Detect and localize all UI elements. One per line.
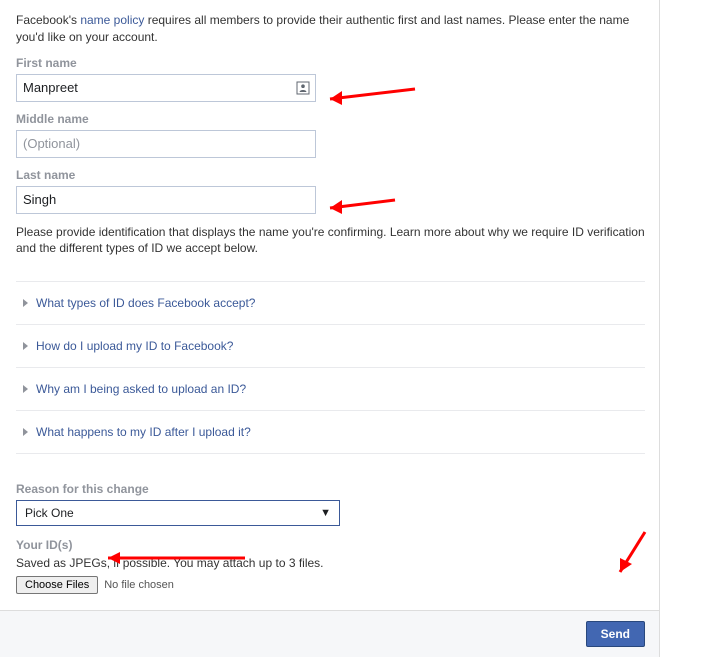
ids-hint: Saved as JPEGs, if possible. You may att…: [16, 556, 659, 570]
reason-section: Reason for this change Pick One ▼: [16, 482, 659, 526]
last-name-label: Last name: [16, 168, 659, 182]
faq-item[interactable]: How do I upload my ID to Facebook?: [16, 325, 645, 368]
faq-item[interactable]: What types of ID does Facebook accept?: [16, 282, 645, 325]
chevron-right-icon: [22, 382, 30, 396]
middle-name-label: Middle name: [16, 112, 659, 126]
chevron-right-icon: [22, 296, 30, 310]
faq-link[interactable]: What types of ID does Facebook accept?: [36, 296, 255, 310]
ids-section: Your ID(s) Saved as JPEGs, if possible. …: [16, 538, 659, 594]
first-name-input[interactable]: [16, 74, 316, 102]
intro-text: Facebook's name policy requires all memb…: [16, 0, 659, 56]
form-container: Facebook's name policy requires all memb…: [0, 0, 660, 610]
send-button[interactable]: Send: [586, 621, 645, 647]
name-policy-link[interactable]: name policy: [80, 13, 144, 27]
ids-label: Your ID(s): [16, 538, 659, 552]
faq-link[interactable]: How do I upload my ID to Facebook?: [36, 339, 233, 353]
first-name-label: First name: [16, 56, 659, 70]
verification-text: Please provide identification that displ…: [16, 224, 645, 258]
reason-label: Reason for this change: [16, 482, 659, 496]
choose-files-button[interactable]: Choose Files: [16, 576, 98, 594]
middle-name-group: Middle name: [16, 112, 659, 158]
faq-item[interactable]: Why am I being asked to upload an ID?: [16, 368, 645, 411]
last-name-group: Last name: [16, 168, 659, 214]
chevron-down-icon: ▼: [320, 507, 331, 519]
intro-pre: Facebook's: [16, 13, 80, 27]
first-name-group: First name: [16, 56, 659, 102]
chevron-right-icon: [22, 425, 30, 439]
faq-item[interactable]: What happens to my ID after I upload it?: [16, 411, 645, 454]
chevron-right-icon: [22, 339, 30, 353]
reason-select[interactable]: Pick One ▼: [16, 500, 340, 526]
reason-selected: Pick One: [25, 506, 74, 520]
faq-link[interactable]: What happens to my ID after I upload it?: [36, 425, 251, 439]
file-upload-row: Choose Files No file chosen: [16, 576, 659, 594]
faq-link[interactable]: Why am I being asked to upload an ID?: [36, 382, 246, 396]
middle-name-input[interactable]: [16, 130, 316, 158]
no-file-text: No file chosen: [104, 579, 174, 591]
last-name-input[interactable]: [16, 186, 316, 214]
footer-bar: Send: [0, 610, 660, 657]
faq-list: What types of ID does Facebook accept? H…: [16, 281, 645, 454]
